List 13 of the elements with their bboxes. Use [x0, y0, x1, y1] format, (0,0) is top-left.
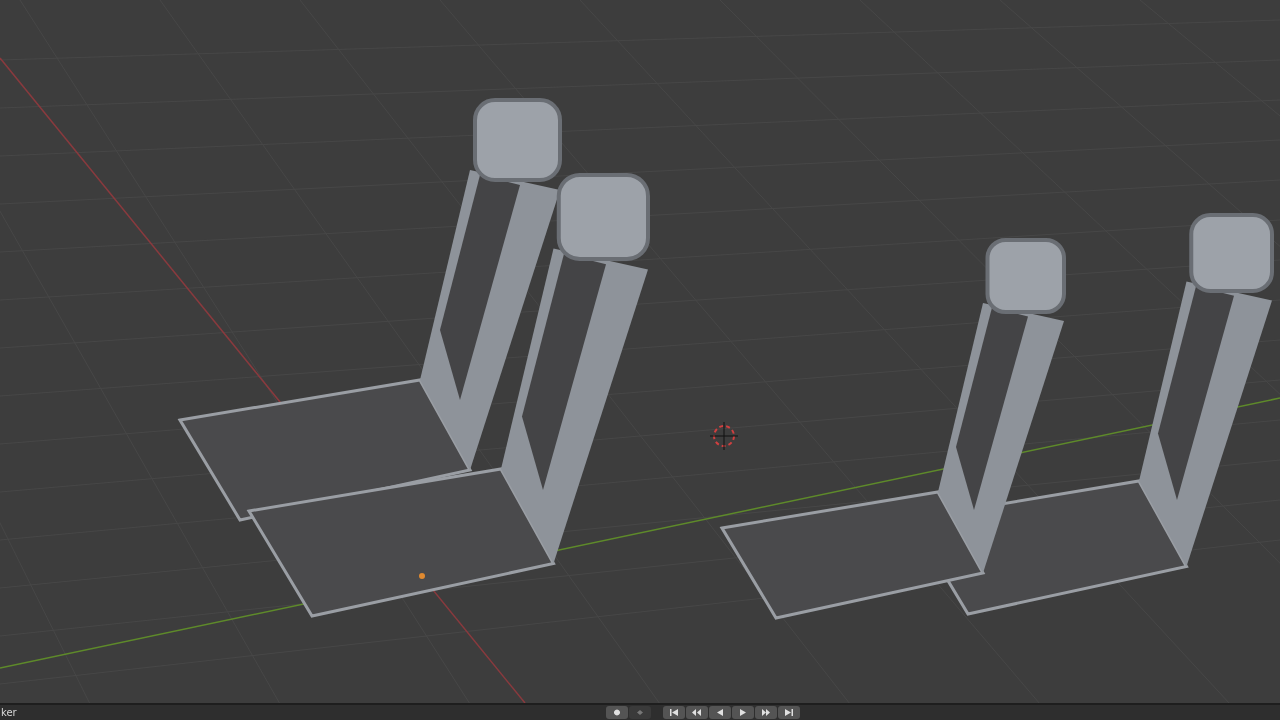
- play-icon[interactable]: [732, 706, 754, 719]
- editor-label: ker: [0, 706, 17, 719]
- record-icon[interactable]: [606, 706, 628, 719]
- origin-dot-icon: [419, 573, 425, 579]
- jump-end-icon[interactable]: [778, 706, 800, 719]
- play-reverse-icon[interactable]: [709, 706, 731, 719]
- keyframe-toggle[interactable]: [629, 706, 651, 719]
- next-keyframe-icon[interactable]: [755, 706, 777, 719]
- previous-keyframe-icon[interactable]: [686, 706, 708, 719]
- diamond-icon: [635, 708, 645, 717]
- 3d-cursor-icon[interactable]: [709, 421, 739, 451]
- 3d-viewport[interactable]: [0, 0, 1280, 703]
- jump-start-icon[interactable]: [663, 706, 685, 719]
